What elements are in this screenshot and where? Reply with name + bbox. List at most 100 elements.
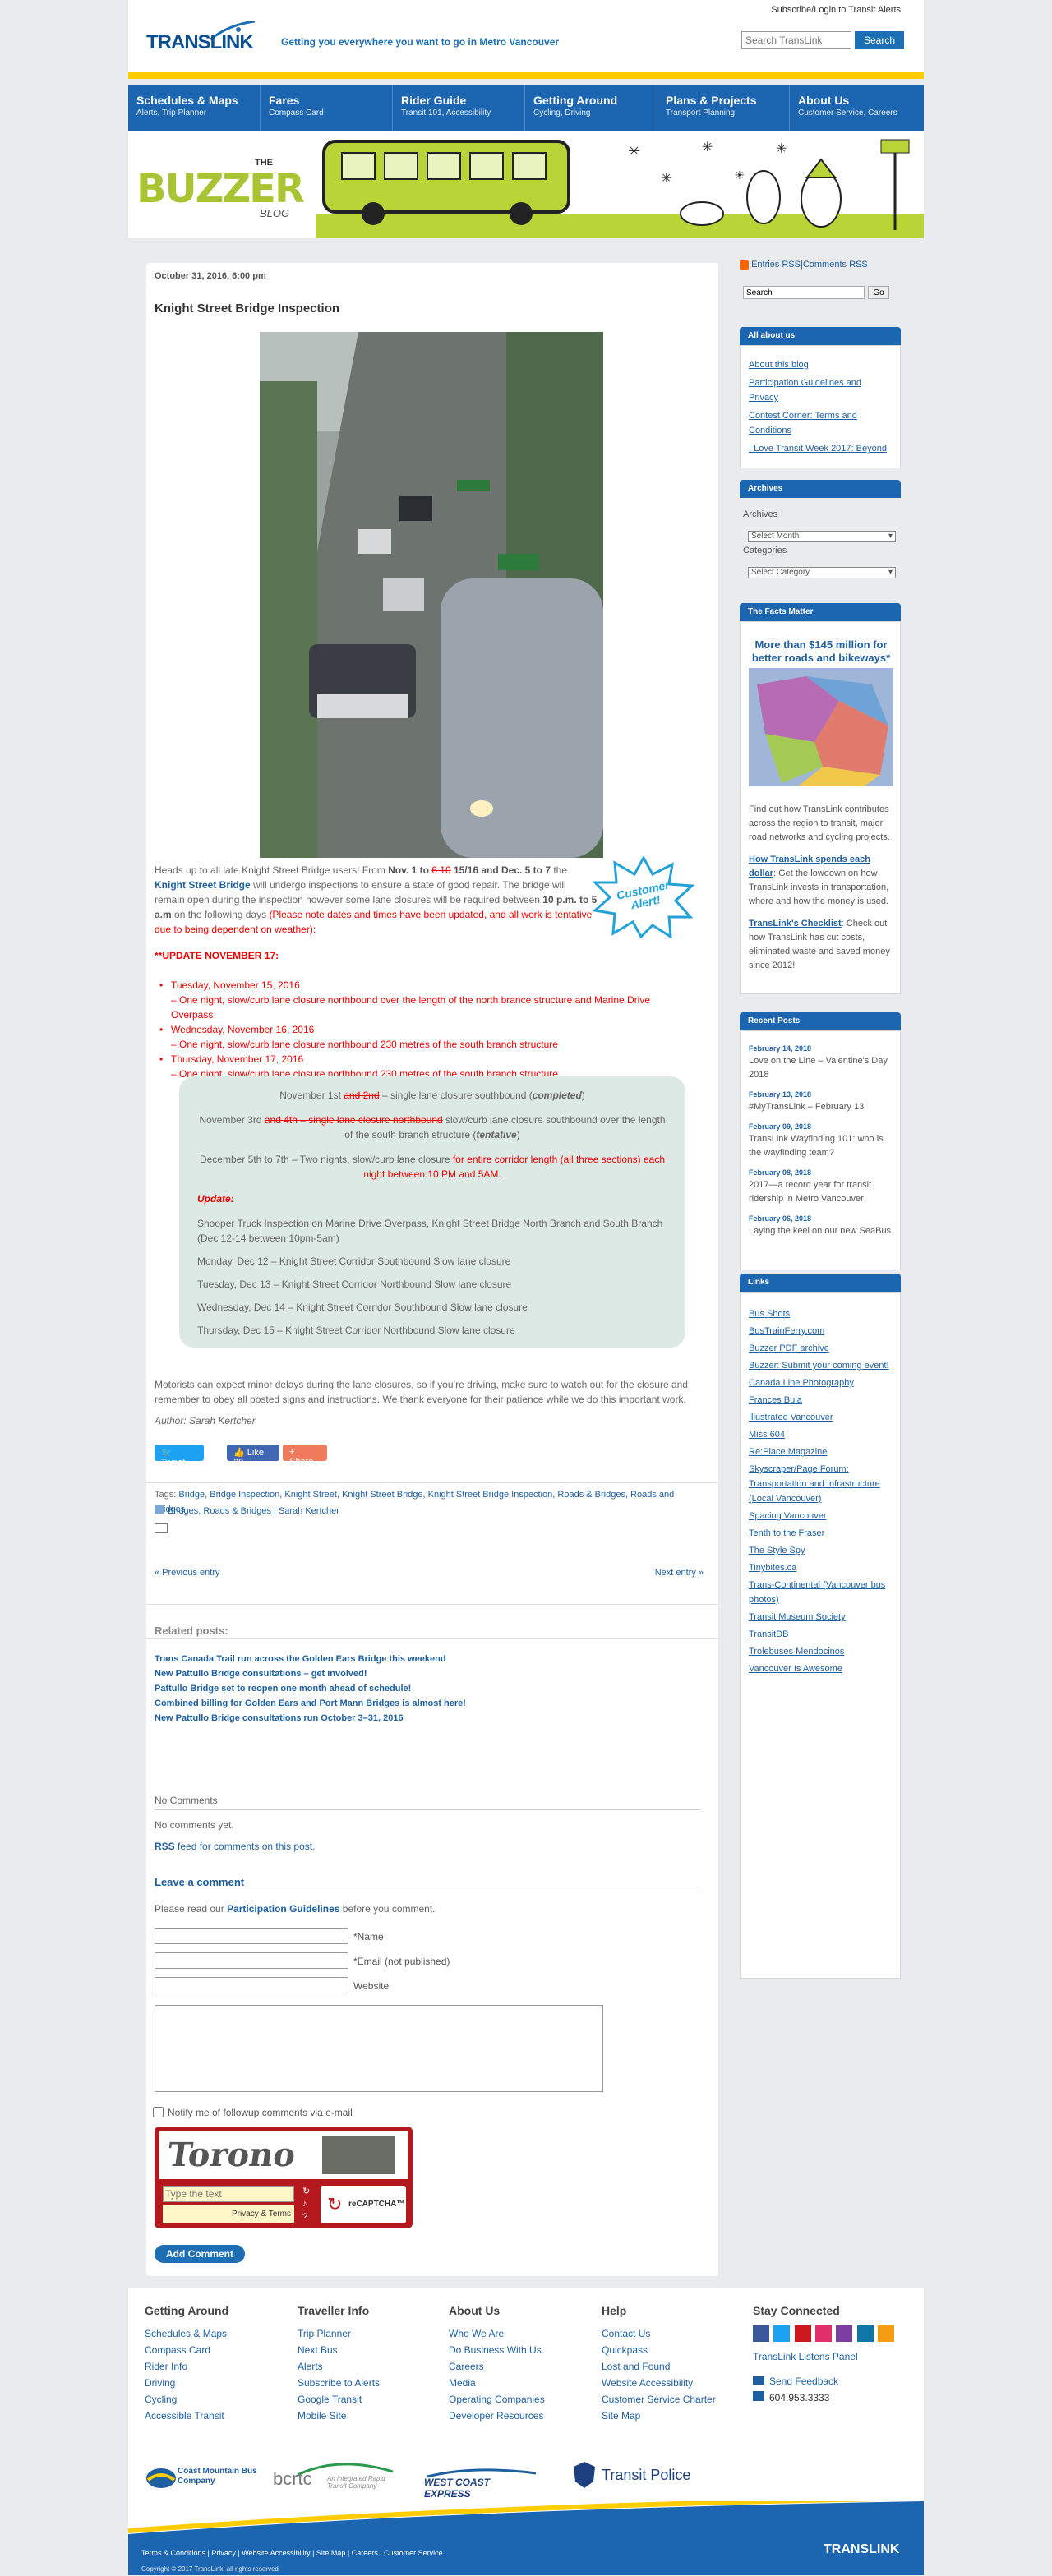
rss-comments-link[interactable]: RSS (155, 1841, 175, 1852)
west-coast-express-logo[interactable]: WEST COAST EXPRESS (424, 2467, 539, 2500)
footer-link[interactable]: Subscribe to Alerts (298, 2375, 437, 2391)
nav-fares[interactable]: Fares Compass Card (261, 85, 393, 131)
related-post-link[interactable]: Trans Canada Trail run across the Golden… (155, 1652, 697, 1666)
sidebar-link[interactable]: Trans-Continental (Vancouver bus photos) (749, 1578, 892, 1607)
sidebar-link[interactable]: Buzzer PDF archive (749, 1341, 892, 1356)
nav-plans-projects[interactable]: Plans & Projects Transport Planning (658, 85, 790, 131)
footer-link[interactable]: Quickpass (602, 2342, 741, 2358)
footer-link[interactable]: Compass Card (145, 2342, 284, 2358)
notify-checkbox[interactable] (153, 2107, 164, 2117)
linkedin-icon[interactable] (856, 2325, 874, 2342)
print-icon[interactable] (155, 1523, 168, 1533)
recent-post-link[interactable]: #MyTransLink – February 13 (749, 1100, 892, 1114)
footer-link[interactable]: Alerts (298, 2358, 437, 2375)
footer-link[interactable]: Contact Us (602, 2325, 741, 2342)
sidebar-search-input[interactable] (743, 286, 865, 299)
checklist-link[interactable]: TransLink's Checklist (749, 919, 842, 929)
coast-mountain-logo[interactable]: Coast Mountain Bus Company (145, 2462, 257, 2495)
recent-post-link[interactable]: TransLink Wayfinding 101: who is the way… (749, 1132, 892, 1160)
sidebar-link[interactable]: TransitDB (749, 1627, 892, 1642)
knight-street-bridge-link[interactable]: Knight Street Bridge (155, 879, 251, 891)
audio-icon[interactable]: ♪ (302, 2199, 316, 2210)
footer-link[interactable]: Next Bus (298, 2342, 437, 2358)
sidebar-link[interactable]: Miss 604 (749, 1427, 892, 1442)
footer-link[interactable]: Who We Are (449, 2325, 588, 2342)
footer-link[interactable]: Mobile Site (298, 2408, 437, 2424)
about-link[interactable]: Participation Guidelines and Privacy (749, 376, 892, 405)
footer-link[interactable]: Accessible Transit (145, 2408, 284, 2424)
related-post-link[interactable]: Pattullo Bridge set to reopen one month … (155, 1681, 697, 1696)
facts-infographic[interactable]: More than $145 million for better roads … (749, 638, 893, 786)
footer-link[interactable]: Customer Service Charter (602, 2391, 741, 2408)
footer-link[interactable]: Cycling (145, 2391, 284, 2408)
sidebar-link[interactable]: Transit Museum Society (749, 1610, 892, 1624)
sidebar-link[interactable]: Bus Shots (749, 1306, 892, 1321)
facebook-icon[interactable] (753, 2325, 769, 2342)
sidebar-link[interactable]: BusTrainFerry.com (749, 1324, 892, 1339)
footer-translink-logo[interactable]: TRANSLINK (824, 2542, 899, 2557)
footer-link[interactable]: Do Business With Us (449, 2342, 588, 2358)
recent-post-link[interactable]: Love on the Line – Valentine's Day 2018 (749, 1054, 892, 1082)
sidebar-link[interactable]: Canada Line Photography (749, 1376, 892, 1390)
blog-icon[interactable] (836, 2325, 853, 2342)
search-button[interactable]: Search (855, 31, 904, 49)
send-feedback-link[interactable]: Send Feedback (769, 2376, 838, 2387)
about-link[interactable]: Contest Corner: Terms and Conditions (749, 408, 892, 438)
footer-link[interactable]: Website Accessibility (602, 2375, 741, 2391)
nav-about-us[interactable]: About Us Customer Service, Careers (790, 85, 922, 131)
nav-schedules-maps[interactable]: Schedules & Maps Alerts, Trip Planner (128, 85, 261, 131)
buzzer-blog-logo[interactable]: THE BUZZER BLOG (133, 150, 306, 223)
add-comment-button[interactable]: Add Comment (155, 2245, 245, 2263)
name-field[interactable] (155, 1928, 348, 1944)
rss-feeds-link[interactable]: Entries RSS|Comments RSS (751, 260, 868, 270)
help-icon[interactable]: ? (302, 2212, 316, 2223)
archives-select[interactable]: Select Month ▾ (748, 531, 896, 542)
refresh-icon[interactable]: ↻ (302, 2186, 316, 2197)
subscribe-link[interactable]: Subscribe/Login to Transit Alerts (771, 5, 901, 15)
footer-link[interactable]: Driving (145, 2375, 284, 2391)
footer-link[interactable]: Google Transit (298, 2391, 437, 2408)
footer-link[interactable]: Trip Planner (298, 2325, 437, 2342)
rss-icon[interactable] (878, 2325, 895, 2342)
bcrtc-logo[interactable]: bcrtc An integrated Rapid Transit Compan… (273, 2460, 396, 2496)
translink-logo[interactable]: TRANSLINK (146, 21, 261, 54)
listens-panel-link[interactable]: TransLink Listens Panel (753, 2348, 917, 2365)
youtube-icon[interactable] (794, 2325, 811, 2342)
captcha-input[interactable] (163, 2186, 294, 2202)
footer-link[interactable]: Lost and Found (602, 2358, 741, 2375)
nav-rider-guide[interactable]: Rider Guide Transit 101, Accessibility (393, 85, 525, 131)
footer-link[interactable]: Schedules & Maps (145, 2325, 284, 2342)
sidebar-link[interactable]: Skyscraper/Page Forum: Transportation an… (749, 1462, 892, 1506)
sidebar-search-button[interactable]: Go (868, 286, 889, 299)
footer-link[interactable]: Media (449, 2375, 588, 2391)
related-post-link[interactable]: New Pattullo Bridge consultations – get … (155, 1666, 697, 1681)
footer-link[interactable]: Site Map (602, 2408, 741, 2424)
footer-link[interactable]: Rider Info (145, 2358, 284, 2375)
sidebar-link[interactable]: Tinybites.ca (749, 1560, 892, 1575)
search-input[interactable] (741, 31, 851, 49)
sidebar-link[interactable]: Buzzer: Submit your coming event! (749, 1358, 892, 1373)
comment-textarea[interactable] (155, 2005, 603, 2092)
about-link[interactable]: I Love Transit Week 2017: Beyond (749, 441, 892, 456)
sidebar-link[interactable]: Re:Place Magazine (749, 1445, 892, 1459)
sidebar-link[interactable]: Frances Bula (749, 1393, 892, 1408)
like-button[interactable]: 👍 Like 20 (227, 1445, 279, 1468)
about-link[interactable]: About this blog (749, 357, 892, 372)
website-field[interactable] (155, 1977, 348, 1993)
previous-entry-link[interactable]: « Previous entry (155, 1568, 219, 1578)
sidebar-link[interactable]: Tenth to the Fraser (749, 1526, 892, 1541)
related-post-link[interactable]: Combined billing for Golden Ears and Por… (155, 1696, 697, 1711)
footer-link[interactable]: Developer Resources (449, 2408, 588, 2424)
guidelines-link[interactable]: Participation Guidelines (227, 1903, 339, 1915)
tweet-button[interactable]: 🐦 Tweet (155, 1445, 204, 1468)
recent-post-link[interactable]: Laying the keel on our new SeaBus (749, 1224, 892, 1238)
sidebar-link[interactable]: Spacing Vancouver (749, 1509, 892, 1523)
related-post-link[interactable]: New Pattullo Bridge consultations run Oc… (155, 1711, 697, 1726)
footer-bottom-links[interactable]: Terms & Conditions | Privacy | Website A… (141, 2549, 443, 2557)
privacy-terms-link[interactable]: Privacy & Terms (163, 2205, 294, 2223)
sidebar-link[interactable]: Illustrated Vancouver (749, 1410, 892, 1425)
sidebar-link[interactable]: Trolebuses Mendocinos (749, 1644, 892, 1659)
categories-select[interactable]: Select Category ▾ (748, 567, 896, 578)
share-button[interactable]: + Share (283, 1445, 327, 1467)
recent-post-link[interactable]: 2017—a record year for transit ridership… (749, 1178, 892, 1206)
